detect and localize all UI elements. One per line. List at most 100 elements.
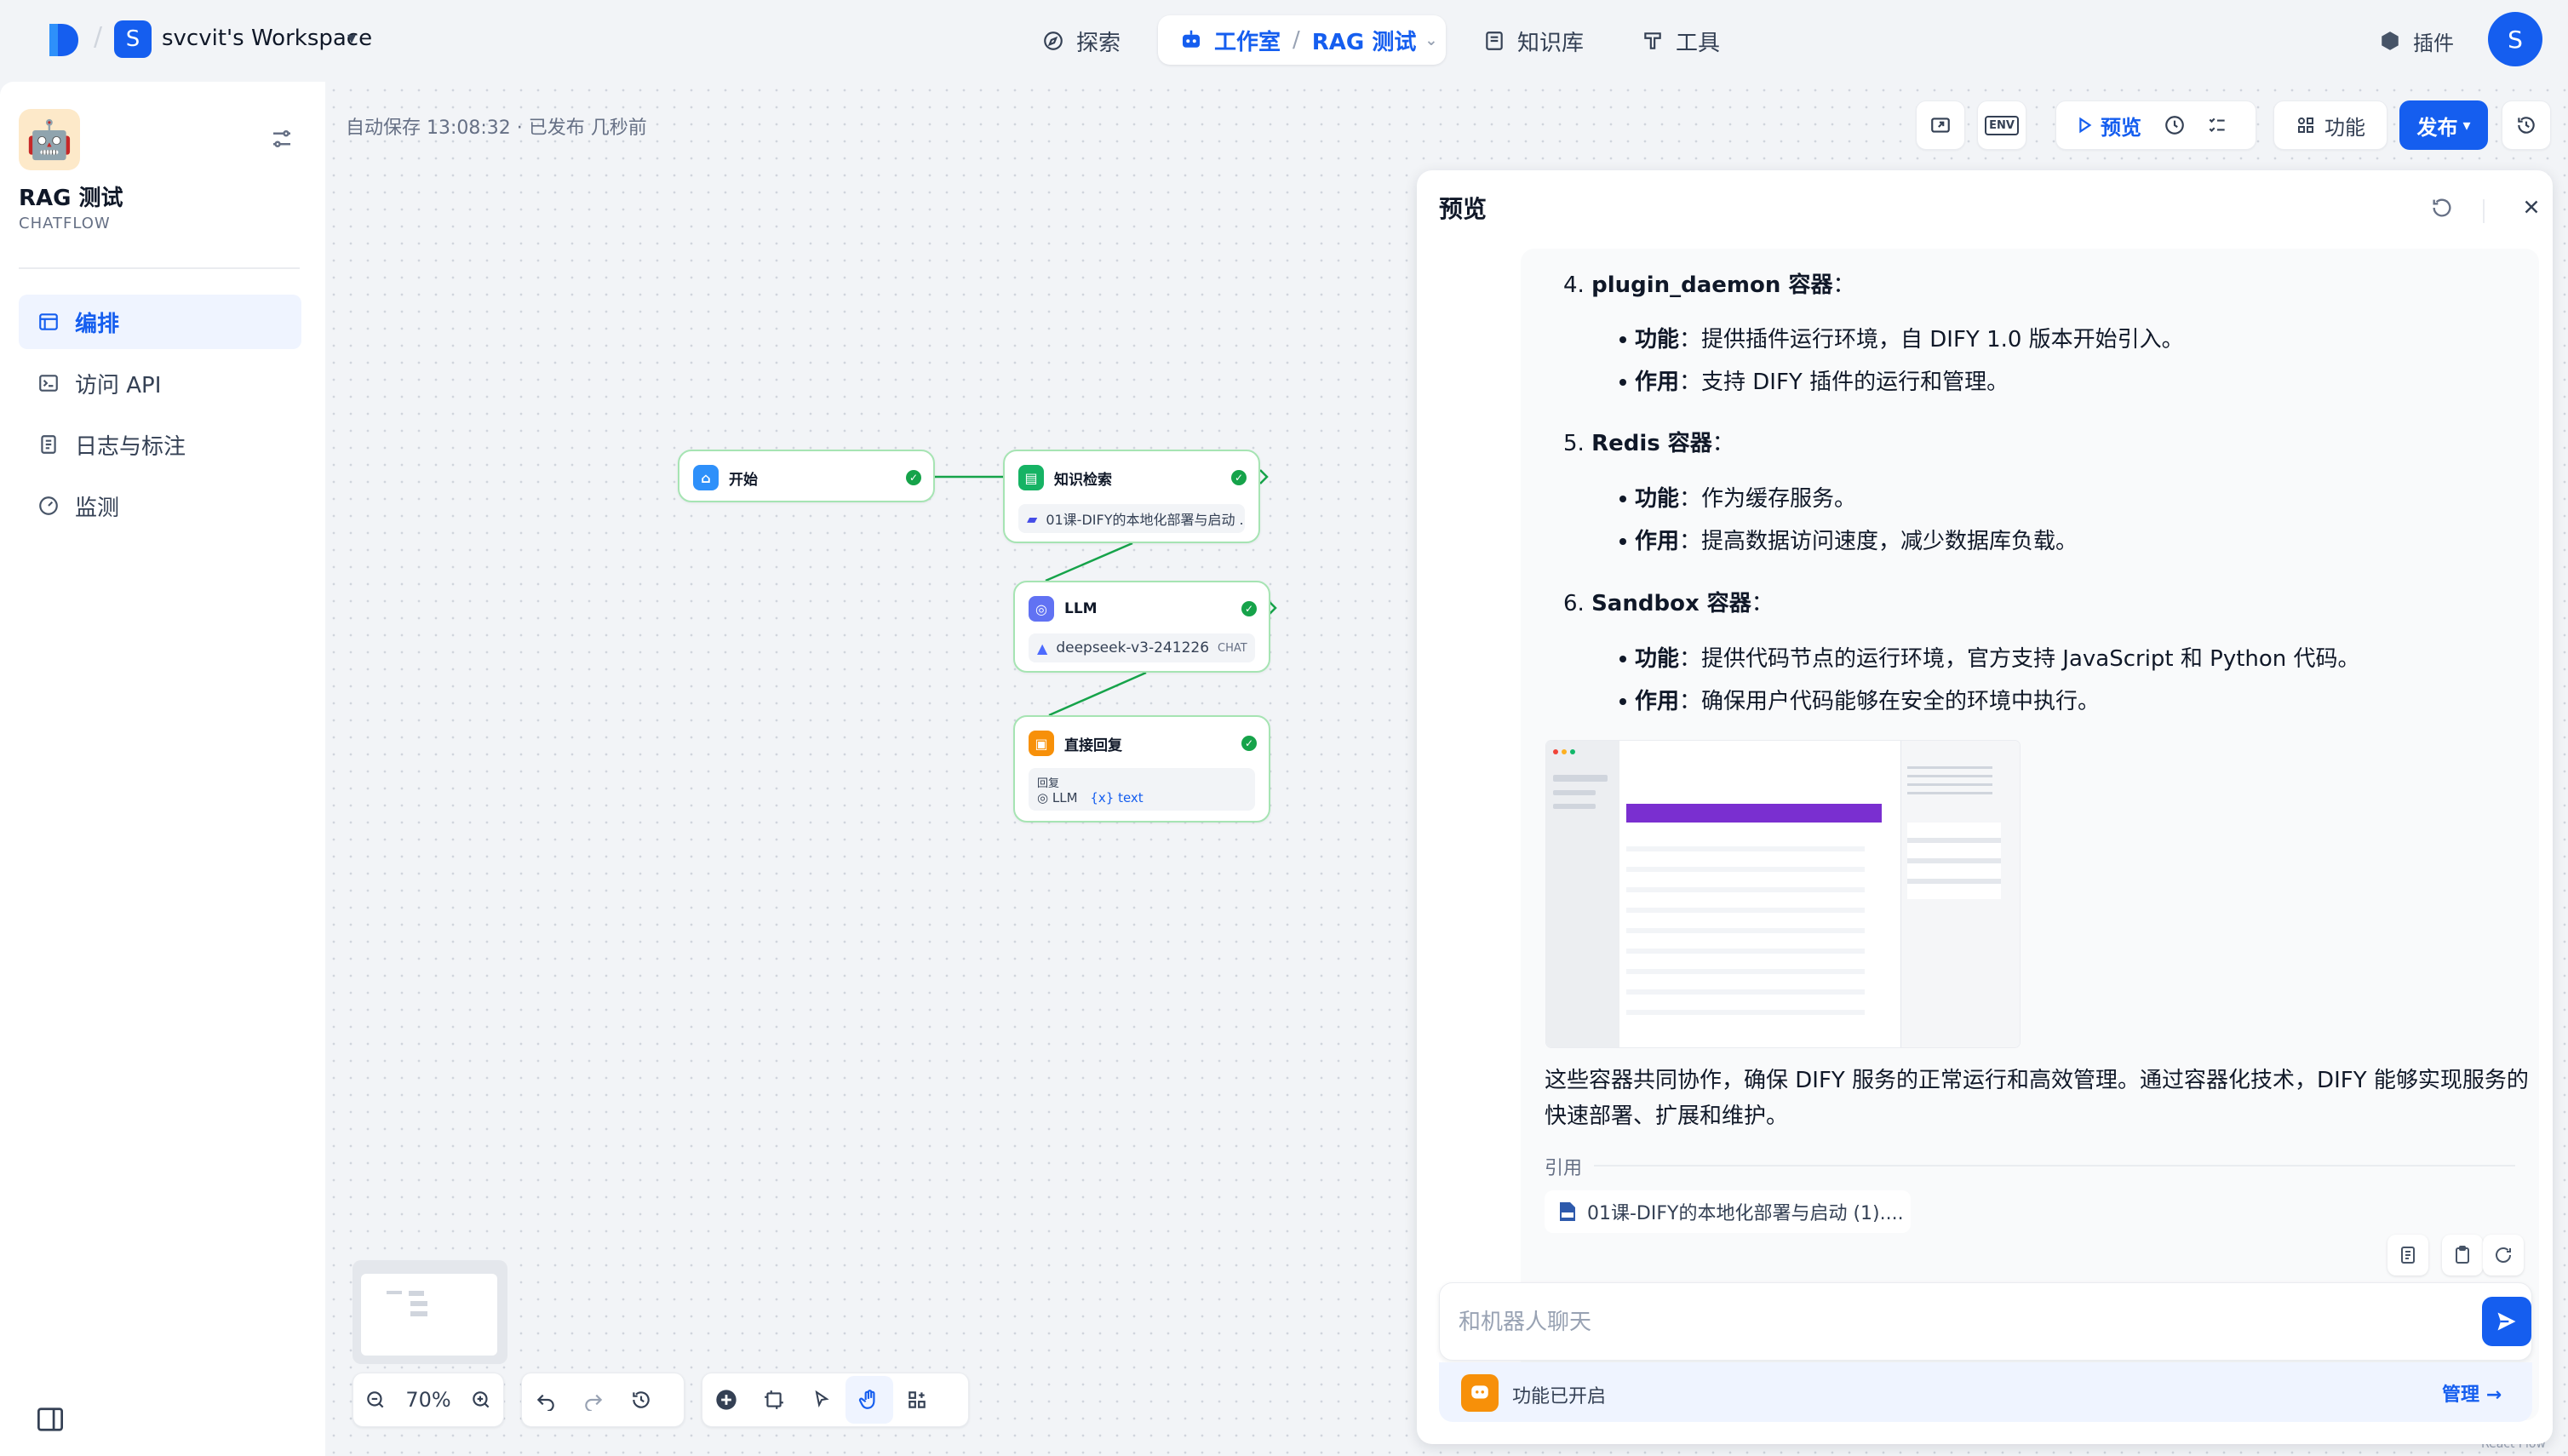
minimap-viewport bbox=[361, 1274, 497, 1356]
llm-icon: ◎ bbox=[1037, 789, 1049, 805]
zoom-level[interactable]: 70% bbox=[405, 1388, 450, 1412]
citation-label: 引用 bbox=[1545, 1158, 1583, 1179]
bullet-item: 功能：提供代码节点的运行环境，官方支持 JavaScript 和 Python … bbox=[1635, 646, 2360, 672]
clipboard-icon bbox=[2456, 1246, 2469, 1264]
file-text-icon bbox=[2401, 1247, 2415, 1264]
citation-item[interactable]: 01课-DIFY的本地化部署与启动 (1).... bbox=[1545, 1190, 1911, 1233]
chat-bubble-icon bbox=[1461, 1374, 1499, 1412]
node-start[interactable]: ⌂ 开始 ✓ bbox=[678, 450, 935, 502]
summary-text: 这些容器共同协作，确保 DIFY 服务的正常运行和高效管理。通过容器化技术，DI… bbox=[1545, 1068, 2529, 1129]
node-answer-body: 回复 ◎ LLM {x} text bbox=[1029, 768, 1255, 811]
undo-icon bbox=[536, 1394, 554, 1411]
node-title: 直接回复 bbox=[1064, 737, 1122, 754]
bullet-item: 作用：支持 DIFY 插件的运行和管理。 bbox=[1635, 370, 2009, 395]
chat-input[interactable] bbox=[1459, 1304, 2446, 1341]
check-icon: ✓ bbox=[1231, 470, 1247, 485]
pointer-mode-button[interactable] bbox=[798, 1376, 845, 1424]
edge-retrieval-llm bbox=[1045, 542, 1133, 582]
zoom-out-button[interactable] bbox=[353, 1376, 397, 1424]
chat-input-box bbox=[1439, 1282, 2532, 1361]
node-title: 知识检索 bbox=[1054, 471, 1112, 489]
node-title: 开始 bbox=[729, 471, 758, 489]
model-name: deepseek-v3-241226 bbox=[1056, 639, 1210, 656]
bullet-item: 功能：提供插件运行环境，自 DIFY 1.0 版本开始引入。 bbox=[1635, 327, 2184, 353]
refresh-icon[interactable] bbox=[2430, 196, 2454, 220]
send-button[interactable] bbox=[2482, 1297, 2531, 1346]
node-title: LLM bbox=[1064, 600, 1098, 617]
node-output-handle bbox=[1259, 469, 1269, 484]
refresh-icon bbox=[2496, 1247, 2511, 1263]
llm-icon: ◎ bbox=[1029, 596, 1054, 622]
note-icon bbox=[765, 1390, 783, 1409]
manage-features-link[interactable]: 管理 → bbox=[2442, 1379, 2502, 1407]
image-selected-row bbox=[1626, 804, 1882, 823]
close-icon[interactable] bbox=[2520, 196, 2542, 218]
history-icon bbox=[633, 1391, 650, 1408]
document-icon bbox=[1560, 1202, 1575, 1221]
node-llm[interactable]: ◎ LLM ✓ ▲ deepseek-v3-241226 CHAT bbox=[1013, 581, 1270, 673]
bullet-dot bbox=[1619, 538, 1626, 545]
zoom-in-button[interactable] bbox=[460, 1376, 503, 1424]
node-model: ▲ deepseek-v3-241226 CHAT bbox=[1029, 633, 1255, 662]
answer-label: 回复 bbox=[1037, 777, 1060, 790]
check-icon: ✓ bbox=[1241, 601, 1257, 616]
redo-button[interactable] bbox=[570, 1376, 617, 1424]
panel-title: 预览 bbox=[1439, 195, 1487, 223]
section-heading: 5. Redis 容器： bbox=[1563, 431, 1734, 456]
check-icon: ✓ bbox=[1241, 736, 1257, 751]
arrow-right-icon: → bbox=[2485, 1384, 2502, 1406]
plus-circle-icon bbox=[716, 1390, 737, 1410]
bullet-dot bbox=[1619, 336, 1626, 343]
node-header: ▣ 直接回复 bbox=[1029, 731, 1122, 756]
zoom-out-icon bbox=[366, 1391, 384, 1408]
node-header: ▤ 知识检索 bbox=[1018, 465, 1112, 490]
model-mode-badge: CHAT bbox=[1218, 641, 1247, 655]
dataset-name: 01课-DIFY的本地化部署与启动 ... bbox=[1046, 512, 1245, 528]
bullet-dot bbox=[1619, 698, 1626, 705]
deepseek-icon: ▲ bbox=[1037, 639, 1048, 656]
minimap[interactable] bbox=[353, 1260, 507, 1364]
bullet-dot bbox=[1619, 496, 1626, 502]
undo-button[interactable] bbox=[522, 1376, 570, 1424]
add-note-button[interactable] bbox=[750, 1376, 798, 1424]
layout-grid-icon bbox=[909, 1391, 926, 1408]
reply-icon: ▣ bbox=[1029, 731, 1054, 756]
add-node-button[interactable] bbox=[702, 1376, 750, 1424]
regenerate-button[interactable] bbox=[2483, 1235, 2524, 1275]
embedded-screenshot-image[interactable] bbox=[1546, 741, 2020, 1047]
hand-mode-button[interactable] bbox=[845, 1376, 893, 1424]
hand-icon bbox=[858, 1390, 875, 1409]
home-icon: ⌂ bbox=[693, 465, 719, 490]
bullet-dot bbox=[1619, 656, 1626, 662]
node-knowledge-retrieval[interactable]: ▤ 知识检索 ✓ ▰ 01课-DIFY的本地化部署与启动 ... bbox=[1003, 450, 1260, 543]
variable-name: text bbox=[1118, 789, 1144, 805]
cursor-icon bbox=[815, 1390, 829, 1408]
bullet-dot bbox=[1619, 379, 1626, 386]
variable-icon: {x} bbox=[1090, 789, 1115, 805]
section-heading: 6. Sandbox 容器： bbox=[1563, 591, 1774, 616]
citation-title: 01课-DIFY的本地化部署与启动 (1).... bbox=[1587, 1203, 1904, 1224]
folder-icon: ▰ bbox=[1027, 510, 1038, 527]
book-icon: ▤ bbox=[1018, 465, 1044, 490]
edge-llm-answer bbox=[1048, 671, 1147, 717]
feature-status-text: 功能已开启 bbox=[1512, 1386, 1607, 1407]
node-answer[interactable]: ▣ 直接回复 ✓ 回复 ◎ LLM {x} text bbox=[1013, 715, 1270, 823]
zoom-in-icon bbox=[473, 1391, 490, 1408]
section-heading: 4. plugin_daemon 容器： bbox=[1563, 272, 1855, 298]
node-header: ⌂ 开始 bbox=[693, 465, 758, 490]
bullet-item: 功能：作为缓存服务。 bbox=[1635, 486, 1857, 512]
copy-button[interactable] bbox=[2387, 1235, 2428, 1275]
organize-button[interactable] bbox=[893, 1376, 941, 1424]
redo-icon bbox=[585, 1394, 603, 1411]
check-icon: ✓ bbox=[906, 470, 921, 485]
image-sidebar bbox=[1546, 741, 1619, 1047]
send-icon bbox=[2497, 1312, 2516, 1331]
answer-variable: ◎ LLM {x} text bbox=[1037, 790, 1144, 805]
clipboard-button[interactable] bbox=[2442, 1235, 2483, 1275]
history-controls bbox=[521, 1373, 685, 1427]
change-history-button[interactable] bbox=[617, 1376, 665, 1424]
node-dataset: ▰ 01课-DIFY的本地化部署与启动 ... bbox=[1018, 504, 1245, 533]
citation-divider bbox=[1594, 1165, 2515, 1167]
node-header: ◎ LLM bbox=[1029, 596, 1098, 622]
zoom-controls: 70% bbox=[353, 1373, 504, 1427]
